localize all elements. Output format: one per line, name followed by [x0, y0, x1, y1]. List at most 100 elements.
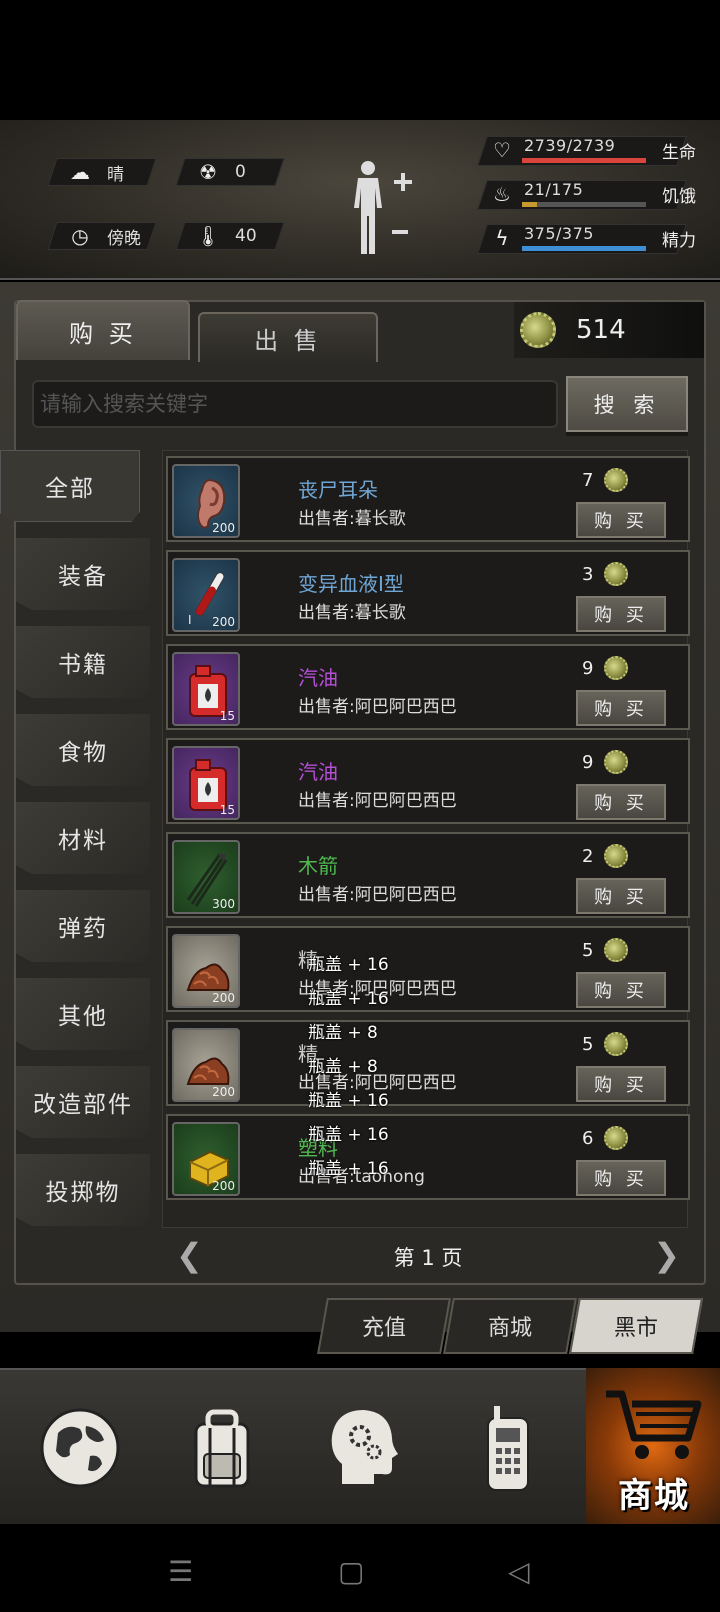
coin-amount: 514	[576, 315, 626, 345]
energy-value: 375/375	[524, 224, 594, 243]
reward-popup-text: 瓶盖 + 16	[308, 989, 389, 1009]
category-equipment[interactable]: 装备	[16, 538, 150, 610]
tab-black-market[interactable]: 黑市	[569, 1298, 703, 1354]
bottle-cap-icon	[604, 938, 628, 962]
list-item: 200 丧尸耳朵 出售者:暮长歌 7 购 买	[166, 456, 690, 542]
radiation-icon: ☢	[199, 160, 217, 184]
svg-text:I: I	[188, 613, 192, 626]
bottle-cap-icon	[520, 312, 556, 348]
item-price: 7	[582, 470, 594, 491]
market-tabs: 充值 商城 黑市	[317, 1298, 708, 1354]
category-mod-parts[interactable]: 改造部件	[16, 1066, 150, 1138]
bottle-cap-icon	[604, 844, 628, 868]
item-price: 3	[582, 564, 594, 585]
weather-chip: ☁ 晴	[47, 158, 157, 186]
item-quantity: 200	[212, 991, 235, 1005]
category-books[interactable]: 书籍	[16, 626, 150, 698]
tab-buy[interactable]: 购 买	[16, 300, 190, 360]
item-thumbnail[interactable]: 300	[172, 840, 240, 914]
search-button[interactable]: 搜 索	[566, 376, 688, 432]
nav-shop-label: 商城	[618, 1476, 690, 1516]
vital-fill	[522, 158, 646, 163]
stomach-icon: ♨	[493, 182, 511, 206]
buy-button[interactable]: 购 买	[576, 784, 666, 820]
time-value: 傍晚	[107, 228, 141, 249]
back-icon[interactable]: ◁	[508, 1555, 530, 1588]
buy-button[interactable]: 购 买	[576, 502, 666, 538]
next-page-arrow-icon[interactable]: ❯	[653, 1236, 680, 1274]
list-item: 200 塑料 出售者:taohong 6 购 买	[166, 1114, 690, 1200]
radio-phone-icon[interactable]	[458, 1398, 558, 1498]
home-icon[interactable]: ▢	[338, 1555, 364, 1588]
hunger-value: 21/175	[524, 180, 584, 199]
item-quantity: 200	[212, 1179, 235, 1193]
category-all[interactable]: 全部	[0, 450, 140, 522]
buy-button[interactable]: 购 买	[576, 1066, 666, 1102]
page-indicator: 第 1 页	[393, 1246, 463, 1270]
item-thumbnail[interactable]: I 200	[172, 558, 240, 632]
list-item: 15 汽油出售者:阿巴阿巴西巴 9 购 买	[166, 644, 690, 730]
backpack-icon[interactable]	[172, 1398, 272, 1498]
item-seller: 出售者:暮长歌	[298, 603, 406, 623]
item-price: 5	[582, 940, 594, 961]
category-throwables[interactable]: 投掷物	[16, 1154, 150, 1226]
list-item: 300 木箭 出售者:阿巴阿巴西巴 2 购 买	[166, 832, 690, 918]
buy-button[interactable]: 购 买	[576, 972, 666, 1008]
item-quantity: 200	[212, 1085, 235, 1099]
tab-recharge[interactable]: 充值	[317, 1298, 451, 1354]
list-item: 200 精出售者:阿巴阿巴西巴 5 购 买	[166, 1020, 690, 1106]
cloud-sun-icon: ☁	[70, 160, 90, 184]
item-quantity: 200	[212, 615, 235, 629]
body-status-icon[interactable]	[348, 158, 418, 258]
tab-sell[interactable]: 出 售	[198, 312, 378, 362]
menu-icon[interactable]: ☰	[168, 1555, 193, 1588]
skills-head-icon[interactable]	[312, 1398, 412, 1498]
category-food[interactable]: 食物	[16, 714, 150, 786]
item-name: 木箭	[298, 854, 338, 878]
weather-value: 晴	[107, 164, 124, 185]
reward-popup-text: 瓶盖 + 8	[308, 1057, 378, 1077]
category-other[interactable]: 其他	[16, 978, 150, 1050]
item-seller: 出售者:阿巴阿巴西巴	[298, 697, 457, 717]
bottle-cap-icon	[604, 562, 628, 586]
reward-popup-text: 瓶盖 + 8	[308, 1023, 378, 1043]
item-price: 9	[582, 658, 594, 679]
bottle-cap-icon	[604, 656, 628, 680]
heart-icon: ♡	[493, 138, 511, 162]
item-thumbnail[interactable]: 200	[172, 1028, 240, 1102]
bottle-cap-icon	[604, 1126, 628, 1150]
hunger-label: 饥饿	[662, 187, 696, 207]
search-input[interactable]	[32, 380, 558, 428]
health-label: 生命	[662, 143, 696, 163]
energy-label: 精力	[662, 231, 696, 251]
buy-button[interactable]: 购 买	[576, 878, 666, 914]
reward-popup-text: 瓶盖 + 16	[308, 955, 389, 975]
vital-fill	[522, 202, 537, 207]
buy-button[interactable]: 购 买	[576, 690, 666, 726]
category-materials[interactable]: 材料	[16, 802, 150, 874]
temperature-value: 40	[235, 226, 257, 246]
item-thumbnail[interactable]: 200	[172, 464, 240, 538]
item-thumbnail[interactable]: 15	[172, 746, 240, 820]
bottle-cap-icon	[604, 468, 628, 492]
tab-mall[interactable]: 商城	[443, 1298, 577, 1354]
item-seller: 出售者:阿巴阿巴西巴	[298, 791, 457, 811]
category-ammo[interactable]: 弹药	[16, 890, 150, 962]
energy-icon: ϟ	[495, 226, 509, 250]
item-price: 9	[582, 752, 594, 773]
item-thumbnail[interactable]: 200	[172, 1122, 240, 1196]
buy-button[interactable]: 购 买	[576, 596, 666, 632]
item-seller: 出售者:阿巴阿巴西巴	[298, 885, 457, 905]
energy-vital: ϟ 375/375 精力	[477, 222, 712, 256]
item-quantity: 200	[212, 521, 235, 535]
radiation-value: 0	[235, 162, 246, 182]
list-item: I 200 变异血液Ⅰ型 出售者:暮长歌 3 购 买	[166, 550, 690, 636]
globe-icon[interactable]	[30, 1398, 130, 1498]
buy-button[interactable]: 购 买	[576, 1160, 666, 1196]
item-thumbnail[interactable]: 15	[172, 652, 240, 726]
bottle-cap-icon	[604, 750, 628, 774]
bottle-cap-icon	[604, 1032, 628, 1056]
item-name: 汽油	[298, 666, 338, 690]
item-thumbnail[interactable]: 200	[172, 934, 240, 1008]
radiation-chip: ☢ 0	[175, 158, 285, 186]
